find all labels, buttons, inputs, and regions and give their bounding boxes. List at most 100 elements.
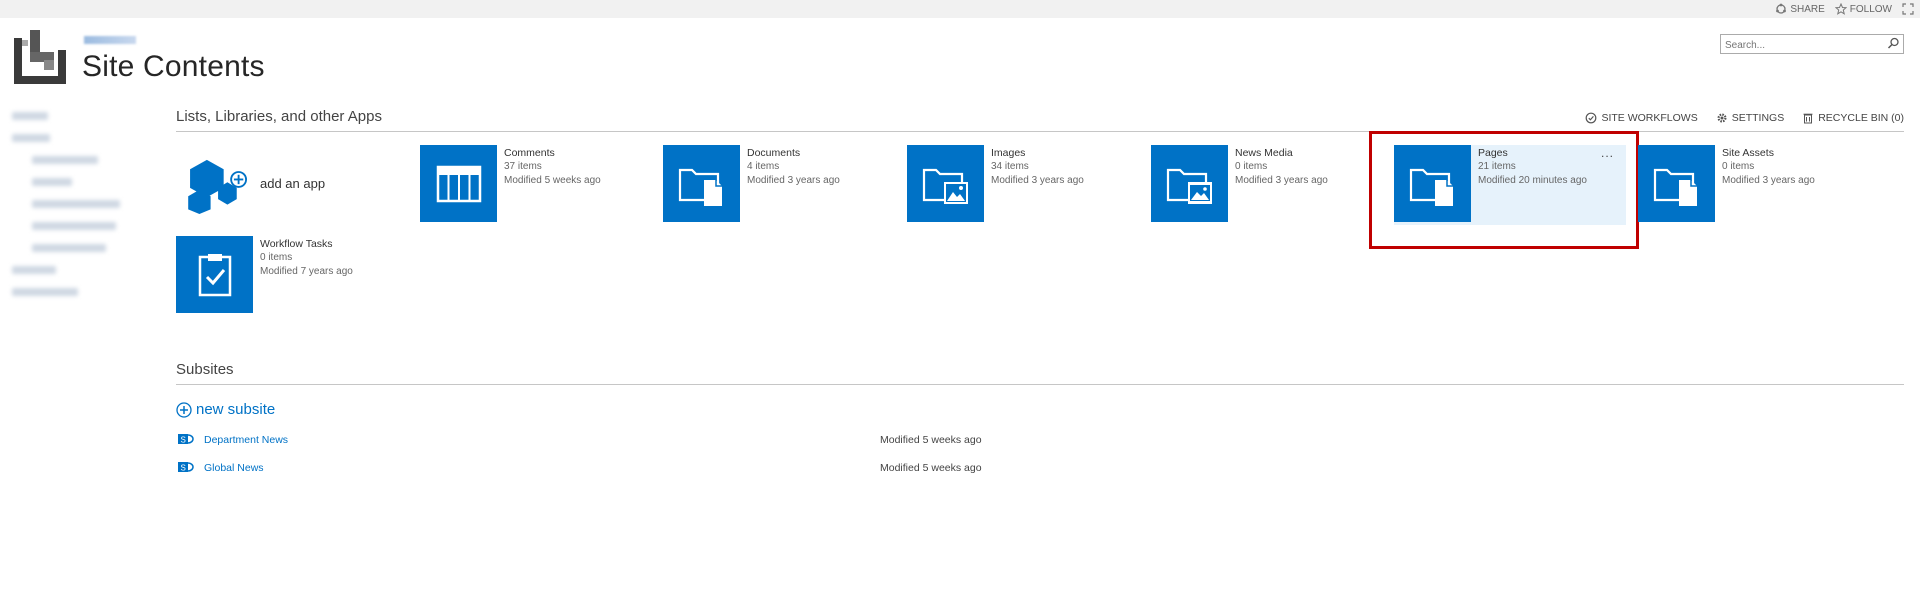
- image-library-icon: [922, 168, 968, 204]
- lists-section-title: Lists, Libraries, and other Apps: [176, 108, 382, 125]
- tile-icon: [1638, 145, 1715, 222]
- tile-modified: Modified 20 minutes ago: [1478, 175, 1587, 186]
- tasks-icon: [198, 253, 231, 296]
- svg-text:S: S: [181, 436, 186, 445]
- nav-item[interactable]: [12, 266, 56, 274]
- document-library-icon: [1409, 168, 1453, 206]
- tile-name[interactable]: Workflow Tasks: [260, 237, 353, 251]
- left-navigation: [12, 112, 120, 310]
- share-button[interactable]: SHARE: [1775, 3, 1825, 15]
- more-options-button[interactable]: ...: [1601, 146, 1614, 160]
- search-box[interactable]: [1720, 34, 1904, 54]
- app-tile-documents[interactable]: Documents 4 items Modified 3 years ago: [663, 145, 903, 225]
- suite-bar: SHARE FOLLOW: [0, 0, 1920, 18]
- nav-item[interactable]: [12, 112, 48, 120]
- tile-modified: Modified 3 years ago: [1722, 175, 1815, 186]
- add-app-tile[interactable]: add an app: [176, 150, 366, 230]
- tile-icon: [420, 145, 497, 222]
- tile-name[interactable]: News Media: [1235, 146, 1328, 160]
- settings-button[interactable]: SETTINGS: [1716, 112, 1785, 124]
- subsite-modified: Modified 5 weeks ago: [880, 462, 982, 474]
- nav-item[interactable]: [12, 288, 78, 296]
- tile-item-count: 0 items: [1722, 161, 1755, 172]
- subsites-section-title: Subsites: [176, 361, 234, 378]
- follow-button[interactable]: FOLLOW: [1834, 3, 1892, 15]
- tile-modified: Modified 3 years ago: [1235, 175, 1328, 186]
- tile-details: Pages 21 items Modified 20 minutes ago: [1478, 146, 1587, 188]
- subsite-link[interactable]: Department News: [204, 434, 288, 446]
- tile-icon: [1151, 145, 1228, 222]
- tile-item-count: 4 items: [747, 161, 780, 172]
- tile-item-count: 34 items: [991, 161, 1029, 172]
- add-app-label: add an app: [260, 176, 326, 191]
- media-library-icon: [1166, 168, 1212, 204]
- tile-name[interactable]: Comments: [504, 146, 601, 160]
- app-tile-comments[interactable]: Comments 37 items Modified 5 weeks ago: [420, 145, 660, 225]
- app-tile-pages[interactable]: Pages 21 items Modified 20 minutes ago .…: [1394, 145, 1626, 225]
- tile-item-count: 0 items: [260, 252, 293, 263]
- tile-icon: [663, 145, 740, 222]
- nav-item[interactable]: [12, 134, 50, 142]
- subsite-modified: Modified 5 weeks ago: [880, 434, 982, 446]
- tile-modified: Modified 3 years ago: [747, 175, 840, 186]
- app-tile-news-media[interactable]: News Media 0 items Modified 3 years ago: [1151, 145, 1391, 225]
- tile-modified: Modified 5 weeks ago: [504, 175, 601, 186]
- settings-label: SETTINGS: [1731, 112, 1785, 124]
- tile-name[interactable]: Pages: [1478, 146, 1587, 160]
- suite-actions: SHARE FOLLOW: [1775, 0, 1914, 18]
- trash-icon: [1803, 113, 1813, 124]
- search-input[interactable]: [1721, 37, 1875, 54]
- new-subsite-label: new subsite: [196, 401, 276, 418]
- tile-name[interactable]: Documents: [747, 146, 840, 160]
- search-icon[interactable]: [1887, 37, 1900, 50]
- site-logo[interactable]: [14, 30, 66, 86]
- new-subsite-button[interactable]: new subsite: [176, 401, 275, 418]
- nav-item[interactable]: [32, 200, 120, 208]
- nav-item[interactable]: [32, 178, 72, 186]
- tile-icon: [176, 236, 253, 313]
- page-title: Site Contents: [82, 50, 265, 83]
- document-library-icon: [1653, 168, 1697, 206]
- tile-name[interactable]: Site Assets: [1722, 146, 1815, 160]
- tile-item-count: 0 items: [1235, 161, 1268, 172]
- tile-details: Documents 4 items Modified 3 years ago: [747, 146, 840, 188]
- recycle-bin-label: RECYCLE BIN (0): [1818, 112, 1904, 124]
- site-workflows-label: SITE WORKFLOWS: [1601, 112, 1698, 124]
- tile-name[interactable]: Images: [991, 146, 1084, 160]
- tile-item-count: 21 items: [1478, 161, 1516, 172]
- follow-label: FOLLOW: [1849, 3, 1892, 15]
- recycle-bin-button[interactable]: RECYCLE BIN (0): [1802, 112, 1904, 124]
- svg-text:S: S: [181, 464, 186, 473]
- nav-item[interactable]: [32, 156, 98, 164]
- tile-details: News Media 0 items Modified 3 years ago: [1235, 146, 1328, 188]
- tile-modified: Modified 7 years ago: [260, 266, 353, 277]
- app-tile-workflow-tasks[interactable]: Workflow Tasks 0 items Modified 7 years …: [176, 236, 416, 316]
- subsite-link[interactable]: Global News: [204, 462, 264, 474]
- app-tile-images[interactable]: Images 34 items Modified 3 years ago: [907, 145, 1147, 225]
- add-app-icon: [188, 159, 248, 214]
- nav-item[interactable]: [32, 222, 116, 230]
- tile-icon: [907, 145, 984, 222]
- tile-details: Comments 37 items Modified 5 weeks ago: [504, 146, 601, 188]
- add-circle-icon: [176, 401, 192, 418]
- breadcrumb-link[interactable]: [84, 36, 136, 44]
- tile-modified: Modified 3 years ago: [991, 175, 1084, 186]
- tile-item-count: 37 items: [504, 161, 542, 172]
- sharepoint-site-icon: S: [178, 462, 194, 473]
- list-icon: [436, 165, 481, 202]
- document-library-icon: [678, 168, 722, 206]
- focus-content-button[interactable]: [1902, 3, 1914, 15]
- app-tile-site-assets[interactable]: Site Assets 0 items Modified 3 years ago: [1638, 145, 1878, 225]
- nav-item[interactable]: [32, 244, 106, 252]
- tile-details: Images 34 items Modified 3 years ago: [991, 146, 1084, 188]
- site-workflows-button[interactable]: SITE WORKFLOWS: [1585, 112, 1698, 124]
- share-icon: [1776, 3, 1787, 14]
- tile-details: Site Assets 0 items Modified 3 years ago: [1722, 146, 1815, 188]
- divider: [176, 131, 1904, 132]
- star-icon: [1834, 3, 1847, 15]
- share-label: SHARE: [1790, 3, 1825, 15]
- sharepoint-site-icon: S: [178, 434, 194, 445]
- divider: [176, 384, 1904, 385]
- gear-icon: [1717, 113, 1727, 123]
- workflow-icon: [1586, 112, 1597, 124]
